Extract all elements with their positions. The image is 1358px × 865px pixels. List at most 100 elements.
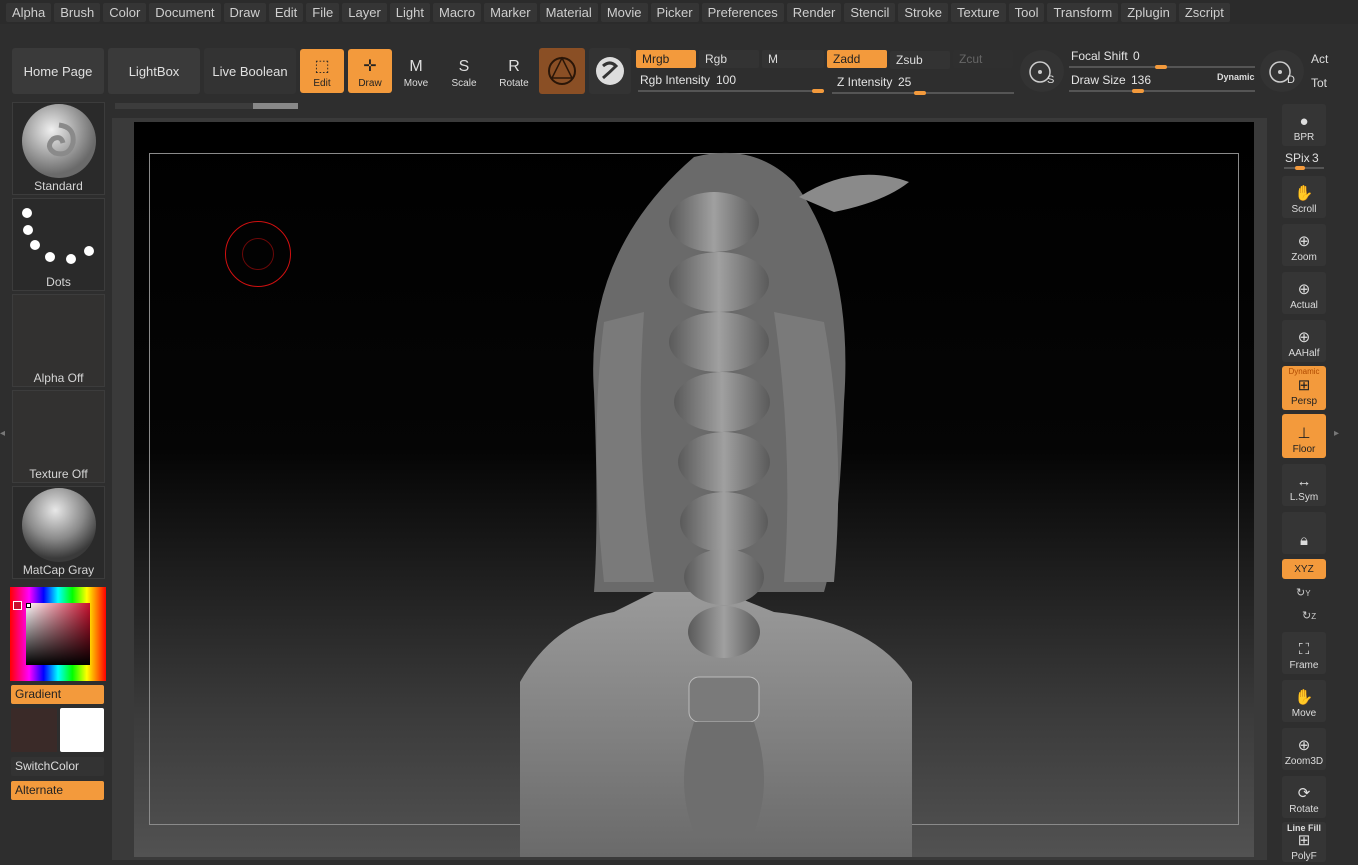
mrgb-button[interactable]: Mrgb: [636, 50, 696, 68]
zoom3d-button[interactable]: ⊕ Zoom3D: [1282, 728, 1326, 770]
zoom-button[interactable]: ⊕ Zoom: [1282, 224, 1326, 266]
menu-light[interactable]: Light: [389, 2, 430, 22]
texture-label: Texture Off: [29, 467, 88, 481]
spix-value: 3: [1312, 151, 1319, 165]
draw-size-slider[interactable]: [1069, 90, 1255, 92]
draw-button[interactable]: ✛ Draw: [348, 49, 392, 93]
zadd-button[interactable]: Zadd: [827, 50, 887, 68]
zsub-button[interactable]: Zsub: [890, 51, 950, 69]
draw-size-knob[interactable]: [1132, 89, 1144, 93]
rgb-intensity-knob[interactable]: [812, 89, 824, 93]
home-page-button[interactable]: Home Page: [12, 48, 104, 94]
xyz-button[interactable]: XYZ: [1282, 559, 1326, 579]
lock-button[interactable]: 🔒︎: [1282, 512, 1326, 554]
right-tray-arrow-icon[interactable]: ▸: [1334, 428, 1339, 439]
aahalf-button[interactable]: ⊕ AAHalf: [1282, 320, 1326, 362]
menu-material[interactable]: Material: [539, 2, 598, 22]
menu-macro[interactable]: Macro: [432, 2, 482, 22]
material-selector[interactable]: MatCap Gray: [12, 486, 105, 579]
menu-zplugin[interactable]: Zplugin: [1121, 2, 1176, 22]
menu-draw[interactable]: Draw: [223, 2, 266, 22]
menu-file[interactable]: File: [306, 2, 340, 22]
gradient-toggle[interactable]: Gradient: [11, 685, 104, 704]
sculpt-model: [520, 152, 912, 857]
menu-layer[interactable]: Layer: [342, 2, 387, 22]
active-points-label: Act: [1311, 52, 1329, 66]
move-view-button[interactable]: ✋ Move: [1282, 680, 1326, 722]
texture-selector[interactable]: Texture Off: [12, 390, 105, 483]
main-color-swatch[interactable]: [60, 708, 104, 752]
z-intensity-knob[interactable]: [914, 91, 926, 95]
menu-alpha[interactable]: Alpha: [6, 2, 52, 22]
scale-button[interactable]: S Scale: [442, 49, 486, 93]
live-boolean-button[interactable]: Live Boolean: [204, 48, 296, 94]
focal-shift-knob[interactable]: [1155, 65, 1167, 69]
persp-button[interactable]: Dynamic ⊞ Persp: [1282, 366, 1326, 410]
z-rotate-button[interactable]: ↻Z: [1302, 609, 1316, 622]
y-rotate-button[interactable]: ↻Y: [1296, 586, 1311, 599]
rgb-intensity-label: Rgb Intensity: [640, 73, 711, 87]
menu-movie[interactable]: Movie: [600, 2, 648, 22]
dynamic-toggle[interactable]: Dynamic: [1217, 72, 1255, 82]
matcap-sphere-icon: [22, 488, 96, 562]
frame-button[interactable]: ⛶ Frame: [1282, 632, 1326, 674]
lsym-button[interactable]: ↔ L.Sym: [1282, 464, 1326, 506]
spix-knob[interactable]: [1295, 166, 1305, 170]
menu-document[interactable]: Document: [149, 2, 221, 22]
brush-cursor-inner: [242, 238, 274, 270]
rgb-button[interactable]: Rgb: [699, 50, 759, 68]
left-tray-arrow-icon[interactable]: ◂: [0, 428, 5, 439]
m-button[interactable]: M: [762, 50, 824, 68]
lsym-label: L.Sym: [1289, 492, 1319, 503]
switch-color-button[interactable]: SwitchColor: [11, 757, 104, 776]
polyf-button[interactable]: Line Fill ⊞ PolyF: [1282, 822, 1326, 862]
menu-render[interactable]: Render: [786, 2, 842, 22]
stroke-selector[interactable]: Dots: [12, 198, 105, 291]
brush-selector[interactable]: Standard: [12, 102, 105, 195]
menu-bar: Alpha Brush Color Document Draw Edit File Layer…: [0, 0, 1358, 24]
menu-stencil[interactable]: Stencil: [844, 2, 896, 22]
menu-zscript[interactable]: Zscript: [1178, 2, 1230, 22]
document-canvas[interactable]: [134, 122, 1254, 857]
lightbox-button[interactable]: LightBox: [108, 48, 200, 94]
color-picker-square[interactable]: [26, 603, 90, 665]
move-view-label: Move: [1291, 708, 1317, 719]
ss-sphere-button[interactable]: [589, 48, 631, 94]
rotate-view-button[interactable]: ⟳ Rotate: [1282, 776, 1326, 818]
menu-brush[interactable]: Brush: [54, 2, 101, 22]
secondary-color-swatch[interactable]: [11, 708, 57, 752]
draw-label: Draw: [358, 78, 382, 89]
d-brush-mode-button[interactable]: D: [1260, 50, 1304, 92]
menu-color[interactable]: Color: [103, 2, 147, 22]
dynamic-persp-label: Dynamic: [1288, 367, 1320, 376]
actual-button[interactable]: ⊕ Actual: [1282, 272, 1326, 314]
material-sphere-button[interactable]: [539, 48, 585, 94]
menu-edit[interactable]: Edit: [268, 2, 304, 22]
aahalf-label: AAHalf: [1288, 348, 1320, 359]
menu-tool[interactable]: Tool: [1008, 2, 1045, 22]
scroll-button[interactable]: ✋ Scroll: [1282, 176, 1326, 218]
z-rotate-icon: ↻: [1302, 610, 1312, 622]
rotate-button[interactable]: R Rotate: [492, 49, 536, 93]
alpha-selector[interactable]: Alpha Off: [12, 294, 105, 387]
bpr-button[interactable]: ● BPR: [1282, 104, 1326, 146]
menu-transform[interactable]: Transform: [1047, 2, 1119, 22]
floor-button[interactable]: ⊥ Floor: [1282, 414, 1326, 458]
lock-icon: 🔒︎: [1300, 532, 1308, 549]
menu-marker[interactable]: Marker: [484, 2, 537, 22]
menu-preferences[interactable]: Preferences: [701, 2, 784, 22]
actual-icon: ⊕: [1297, 281, 1311, 298]
move-button[interactable]: M Move: [394, 49, 438, 93]
material-label: MatCap Gray: [22, 563, 95, 577]
alternate-toggle[interactable]: Alternate: [11, 781, 104, 800]
color-picker[interactable]: [10, 587, 106, 681]
color-picker-marker[interactable]: [13, 601, 22, 610]
actual-label: Actual: [1290, 300, 1318, 311]
s-brush-mode-button[interactable]: S: [1020, 50, 1064, 92]
zcut-button[interactable]: Zcut: [953, 50, 1013, 68]
menu-picker[interactable]: Picker: [650, 2, 699, 22]
menu-texture[interactable]: Texture: [950, 2, 1006, 22]
edit-button[interactable]: ⬚ Edit: [300, 49, 344, 93]
menu-stroke[interactable]: Stroke: [898, 2, 948, 22]
rgb-intensity-slider[interactable]: [638, 90, 824, 92]
